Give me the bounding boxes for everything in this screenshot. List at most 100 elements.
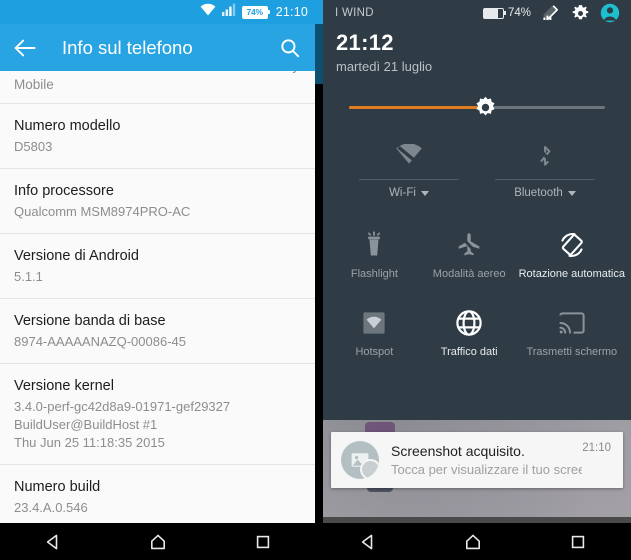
tile-label: Trasmetti schermo xyxy=(526,345,618,358)
notification-title: Screenshot acquisito. xyxy=(391,443,525,459)
signal-bars-icon xyxy=(221,3,236,21)
search-icon[interactable] xyxy=(277,35,303,61)
battery-level-label: 74% xyxy=(241,5,271,19)
notification-subtitle: Tocca per visualizzare il tuo screenshot… xyxy=(391,462,583,477)
nav-home-icon[interactable] xyxy=(136,523,180,560)
dual-screenshot-comparison: 74% 21:10 Info sul telefono Invia dati a… xyxy=(0,0,631,560)
brightness-sun-icon[interactable] xyxy=(474,96,497,119)
list-item-model-number[interactable]: Numero modello D5803 xyxy=(0,104,315,169)
auto-rotate-icon xyxy=(557,228,587,262)
right-panel-quick-settings: I WIND 74% 21:12 martedì 21 luglio Wi-Fi… xyxy=(315,0,631,560)
row-title: Numero modello xyxy=(14,118,121,134)
row-value: 5.1.1 xyxy=(14,268,301,286)
carrier-label: I WIND xyxy=(335,7,374,19)
gear-icon[interactable] xyxy=(569,2,591,24)
clock-date: martedì 21 luglio xyxy=(336,59,433,74)
row-value-line: 5.1.1 xyxy=(14,269,43,284)
nav-recents-icon[interactable] xyxy=(241,523,285,560)
brightness-slider[interactable] xyxy=(349,93,605,121)
left-status-bar: 74% 21:10 xyxy=(0,0,315,24)
row-value: Qualcomm MSM8974PRO-AC xyxy=(14,203,301,221)
nav-back-icon[interactable] xyxy=(31,523,75,560)
toggle-bluetooth[interactable]: Bluetooth xyxy=(477,139,613,201)
list-item-build-number[interactable]: Numero build 23.4.A.0.546 xyxy=(0,465,315,523)
avatar-badge xyxy=(360,459,379,479)
notification-shade: I WIND 74% 21:12 martedì 21 luglio Wi-Fi… xyxy=(323,0,631,523)
cast-screen-icon xyxy=(558,306,586,340)
chevron-down-icon[interactable] xyxy=(420,190,429,196)
tile-label: Rotazione automatica xyxy=(518,267,625,280)
row-title: Numero build xyxy=(14,479,101,495)
page-title: Info sul telefono xyxy=(62,36,193,58)
row-value-line: BuildUser@BuildHost #1 xyxy=(14,417,158,432)
airplane-icon xyxy=(455,228,483,262)
stats-edit-icon[interactable] xyxy=(539,2,561,24)
screenshot-image-icon xyxy=(341,441,379,479)
row-value: 3.4.0-perf-gc42d8a9-01971-gef29327 Build… xyxy=(14,398,301,452)
shade-status-bar: I WIND 74% xyxy=(323,0,631,26)
row-value-line: 8974-AAAAANAZQ-00086-45 xyxy=(14,334,186,349)
tile-auto-rotate[interactable]: Rotazione automatica xyxy=(517,215,627,293)
nav-back-icon[interactable] xyxy=(346,523,390,560)
list-item-baseband-version[interactable]: Versione banda di base 8974-AAAAANAZQ-00… xyxy=(0,299,315,364)
tile-label: Traffico dati xyxy=(440,345,498,358)
row-value-line: 3.4.0-perf-gc42d8a9-01971-gef29327 xyxy=(14,399,231,414)
wifi-off-icon xyxy=(341,139,477,173)
toggle-divider xyxy=(495,179,595,180)
user-avatar-icon[interactable] xyxy=(599,2,621,24)
tile-label: Modalità aereo xyxy=(432,267,506,280)
left-navigation-bar xyxy=(0,523,315,560)
connectivity-toggles: Wi-Fi Bluetooth xyxy=(323,139,631,201)
nav-home-icon[interactable] xyxy=(451,523,495,560)
row-value-line: Thu Jun 25 11:18:35 2015 xyxy=(14,435,165,450)
notification-text: Screenshot acquisito. Tocca per visualiz… xyxy=(379,442,582,478)
bluetooth-off-icon xyxy=(477,139,613,173)
row-title: Versione di Android xyxy=(14,248,139,264)
shade-clock: 21:12 martedì 21 luglio xyxy=(323,26,631,76)
back-arrow-icon[interactable] xyxy=(12,35,38,61)
notification-screenshot[interactable]: Screenshot acquisito. Tocca per visualiz… xyxy=(331,432,623,488)
list-item-processor-info[interactable]: Info processore Qualcomm MSM8974PRO-AC xyxy=(0,169,315,234)
app-bar: Info sul telefono xyxy=(0,24,315,71)
wifi-label: Wi-Fi xyxy=(389,187,416,199)
toggle-label: Wi-Fi xyxy=(389,187,429,199)
row-title: Info processore xyxy=(14,183,114,199)
status-bar-clock: 21:10 xyxy=(275,5,308,19)
tile-hotspot[interactable]: Hotspot xyxy=(327,293,422,371)
left-panel-settings: 74% 21:10 Info sul telefono Invia dati a… xyxy=(0,0,315,560)
toggle-divider xyxy=(359,179,459,180)
right-navigation-bar xyxy=(315,523,631,560)
toggle-label: Bluetooth xyxy=(514,187,576,199)
data-globe-icon xyxy=(455,306,483,340)
quick-settings-tiles: Flashlight Modalità aereo Rotazione auto… xyxy=(323,215,631,371)
settings-list[interactable]: Invia dati anonimi e statistiche di util… xyxy=(0,71,315,523)
clipped-row-text: Invia dati anonimi e statistiche di util… xyxy=(14,71,299,92)
list-item-android-version[interactable]: Versione di Android 5.1.1 xyxy=(0,234,315,299)
toggle-wifi[interactable]: Wi-Fi xyxy=(341,139,477,201)
battery-level-label: 74% xyxy=(507,7,531,19)
edge-sliver-dark xyxy=(315,24,323,84)
row-value: 8974-AAAAANAZQ-00086-45 xyxy=(14,333,301,351)
tile-label: Flashlight xyxy=(350,267,398,280)
list-item-kernel-version[interactable]: Versione kernel 3.4.0-perf-gc42d8a9-0197… xyxy=(0,364,315,465)
row-value-line: Qualcomm MSM8974PRO-AC xyxy=(14,204,191,219)
row-value: D5803 xyxy=(14,138,301,156)
quick-settings-panel: I WIND 74% 21:12 martedì 21 luglio Wi-Fi… xyxy=(323,0,631,420)
wifi-icon xyxy=(200,3,216,21)
flashlight-icon xyxy=(362,228,386,262)
clock-time: 21:12 xyxy=(336,30,394,55)
tile-cast-screen[interactable]: Trasmetti schermo xyxy=(517,293,627,371)
row-title: Versione kernel xyxy=(14,378,114,394)
tile-flashlight[interactable]: Flashlight xyxy=(327,215,422,293)
slider-fill xyxy=(349,106,485,109)
battery-icon xyxy=(482,7,507,19)
row-value-line: 23.4.A.0.546 xyxy=(14,500,88,515)
list-item-clipped[interactable]: Invia dati anonimi e statistiche di util… xyxy=(0,71,315,104)
hotspot-icon xyxy=(361,306,387,340)
chevron-down-icon[interactable] xyxy=(567,190,576,196)
battery-indicator: 74% xyxy=(482,7,531,19)
row-value: 23.4.A.0.546 xyxy=(14,499,301,517)
tile-data-traffic[interactable]: Traffico dati xyxy=(422,293,517,371)
tile-airplane-mode[interactable]: Modalità aereo xyxy=(422,215,517,293)
nav-recents-icon[interactable] xyxy=(556,523,600,560)
